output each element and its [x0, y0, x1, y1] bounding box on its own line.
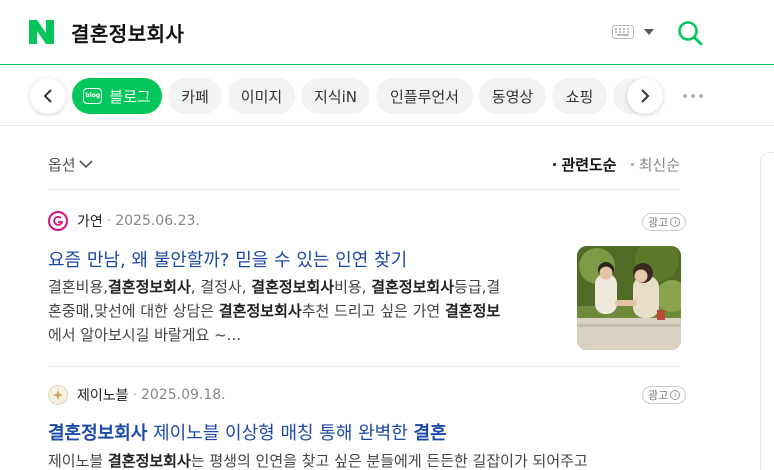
keyboard-icon[interactable]	[612, 25, 634, 39]
search-header: 결혼정보회사	[0, 0, 774, 65]
result-source: 가연 · 2025.06.23.	[48, 211, 200, 231]
result-title[interactable]: 결혼정보회사 제이노블 이상형 매칭 통해 완벽한 결혼	[48, 419, 447, 445]
text-segment: 요즘 만남, 왜 불안할까? 믿을 수 있는 인연 찾기	[48, 250, 408, 271]
sort-label: 최신순	[638, 156, 680, 174]
info-icon: i	[670, 390, 681, 400]
source-name[interactable]: 가연	[77, 211, 103, 231]
tab-cafe[interactable]: 카페	[168, 78, 222, 114]
ad-label: 광고	[648, 216, 669, 229]
separator: ·	[106, 213, 112, 229]
separator: ·	[132, 387, 137, 403]
tab-label: 동영상	[491, 87, 534, 106]
search-tab-bar: blog 블로그 카페 이미지 지식iN 인플루언서 동영상 쇼핑 뉴	[0, 66, 774, 126]
jnoble-logo-icon[interactable]	[48, 385, 68, 405]
result-source: 제이노블 · 2025.09.18.	[48, 385, 226, 405]
description-line: 에서 알아보시길 바랄게요 ~...	[48, 323, 560, 347]
text-segment: 제이노블	[48, 452, 108, 470]
keyword-highlight: 결혼	[413, 423, 447, 444]
tab-label: 쇼핑	[565, 87, 594, 106]
post-date: 2025.09.18.	[140, 387, 226, 403]
sort-label: 관련도순	[561, 156, 617, 174]
bullet-icon	[553, 163, 557, 166]
tab-label: 이미지	[240, 87, 283, 106]
text-segment: 등급,결	[454, 278, 501, 296]
more-dots-icon	[691, 94, 695, 98]
info-icon: i	[670, 217, 681, 227]
chevron-down-icon	[79, 160, 93, 169]
more-tabs-button[interactable]	[683, 94, 703, 98]
keyword-highlight: 결혼정보	[444, 302, 501, 320]
keyword-highlight: 결혼정보회사	[218, 302, 302, 320]
gayeon-logo-icon[interactable]	[48, 211, 68, 231]
chevron-right-icon	[641, 89, 650, 103]
text-segment: 혼중매,맞선에 대한 상담은	[48, 302, 219, 320]
ad-badge[interactable]: 광고 i	[642, 213, 687, 231]
tab-label: 인플루언서	[389, 87, 459, 106]
naver-logo-icon[interactable]	[29, 20, 54, 44]
search-icon[interactable]	[676, 19, 704, 47]
tab-kin[interactable]: 지식iN	[301, 78, 370, 114]
tab-scroll-prev-button[interactable]	[30, 78, 66, 114]
side-panel-edge	[760, 152, 774, 470]
tab-image[interactable]: 이미지	[228, 78, 295, 114]
text-segment: 결혼비용,	[48, 278, 108, 296]
keyword-highlight: 결혼정보회사	[371, 278, 455, 296]
divider	[48, 366, 680, 367]
bullet-icon	[630, 163, 634, 166]
description-line: 혼중매,맞선에 대한 상담은 결혼정보회사추천 드리고 싶은 가연 결혼정보	[48, 299, 560, 323]
blog-icon: blog	[83, 88, 103, 104]
search-query[interactable]: 결혼정보회사	[71, 18, 184, 47]
keyword-highlight: 결혼정보회사	[107, 452, 191, 470]
keyboard-dropdown-caret-icon[interactable]	[644, 29, 654, 35]
result-thumbnail[interactable]	[577, 246, 681, 350]
result-description: 결혼비용,결혼정보회사, 결정사, 결혼정보회사비용, 결혼정보회사등급,결 혼중…	[48, 275, 560, 347]
result-title[interactable]: 요즘 만남, 왜 불안할까? 믿을 수 있는 인연 찾기	[48, 246, 407, 272]
text-segment: 추천 드리고 싶은 가연	[301, 302, 445, 320]
ad-badge[interactable]: 광고 i	[642, 386, 687, 404]
result-description: 제이노블 결혼정보회사는 평생의 인연을 찾고 싶은 분들에게 든든한 길잡이가…	[48, 449, 688, 470]
tab-label: 지식iN	[314, 87, 357, 106]
tab-video[interactable]: 동영상	[479, 78, 546, 114]
tab-label: 카페	[181, 87, 209, 106]
post-date: 2025.06.23.	[115, 213, 200, 229]
keyword-highlight: 결혼정보회사	[48, 423, 148, 444]
tab-shopping[interactable]: 쇼핑	[552, 78, 607, 114]
tab-label: 블로그	[109, 87, 151, 106]
tab-blog[interactable]: blog 블로그	[72, 78, 162, 114]
more-dots-icon	[683, 94, 687, 98]
tab-influencer[interactable]: 인플루언서	[376, 78, 473, 114]
keyword-highlight: 결혼정보회사	[107, 278, 191, 296]
divider	[48, 189, 680, 190]
couple-photo-image	[577, 246, 681, 350]
text-segment: 에서 알아보시길 바랄게요 ~...	[48, 326, 241, 344]
text-segment: 비용,	[334, 278, 372, 296]
sort-options: 관련도순 최신순	[553, 154, 680, 175]
keyword-highlight: 결혼정보회사	[251, 278, 335, 296]
chevron-left-icon	[43, 89, 52, 103]
sort-relevance[interactable]: 관련도순	[553, 154, 617, 175]
description-line: 제이노블 결혼정보회사는 평생의 인연을 찾고 싶은 분들에게 든든한 길잡이가…	[48, 449, 688, 470]
options-toggle[interactable]: 옵션	[48, 154, 93, 175]
text-segment: 제이노블 이상형 매칭 통해 완벽한	[147, 423, 414, 444]
description-line: 결혼비용,결혼정보회사, 결정사, 결혼정보회사비용, 결혼정보회사등급,결	[48, 275, 560, 299]
source-name[interactable]: 제이노블	[77, 385, 129, 405]
text-segment: , 결정사,	[190, 278, 252, 296]
tab-scroll-next-button[interactable]	[627, 78, 663, 114]
options-label: 옵션	[48, 156, 76, 174]
text-segment: 는 평생의 인연을 찾고 싶은 분들에게 든든한 길잡이가 되어주고	[190, 452, 588, 470]
sort-latest[interactable]: 최신순	[630, 154, 680, 175]
more-dots-icon	[699, 94, 703, 98]
ad-label: 광고	[648, 389, 669, 402]
